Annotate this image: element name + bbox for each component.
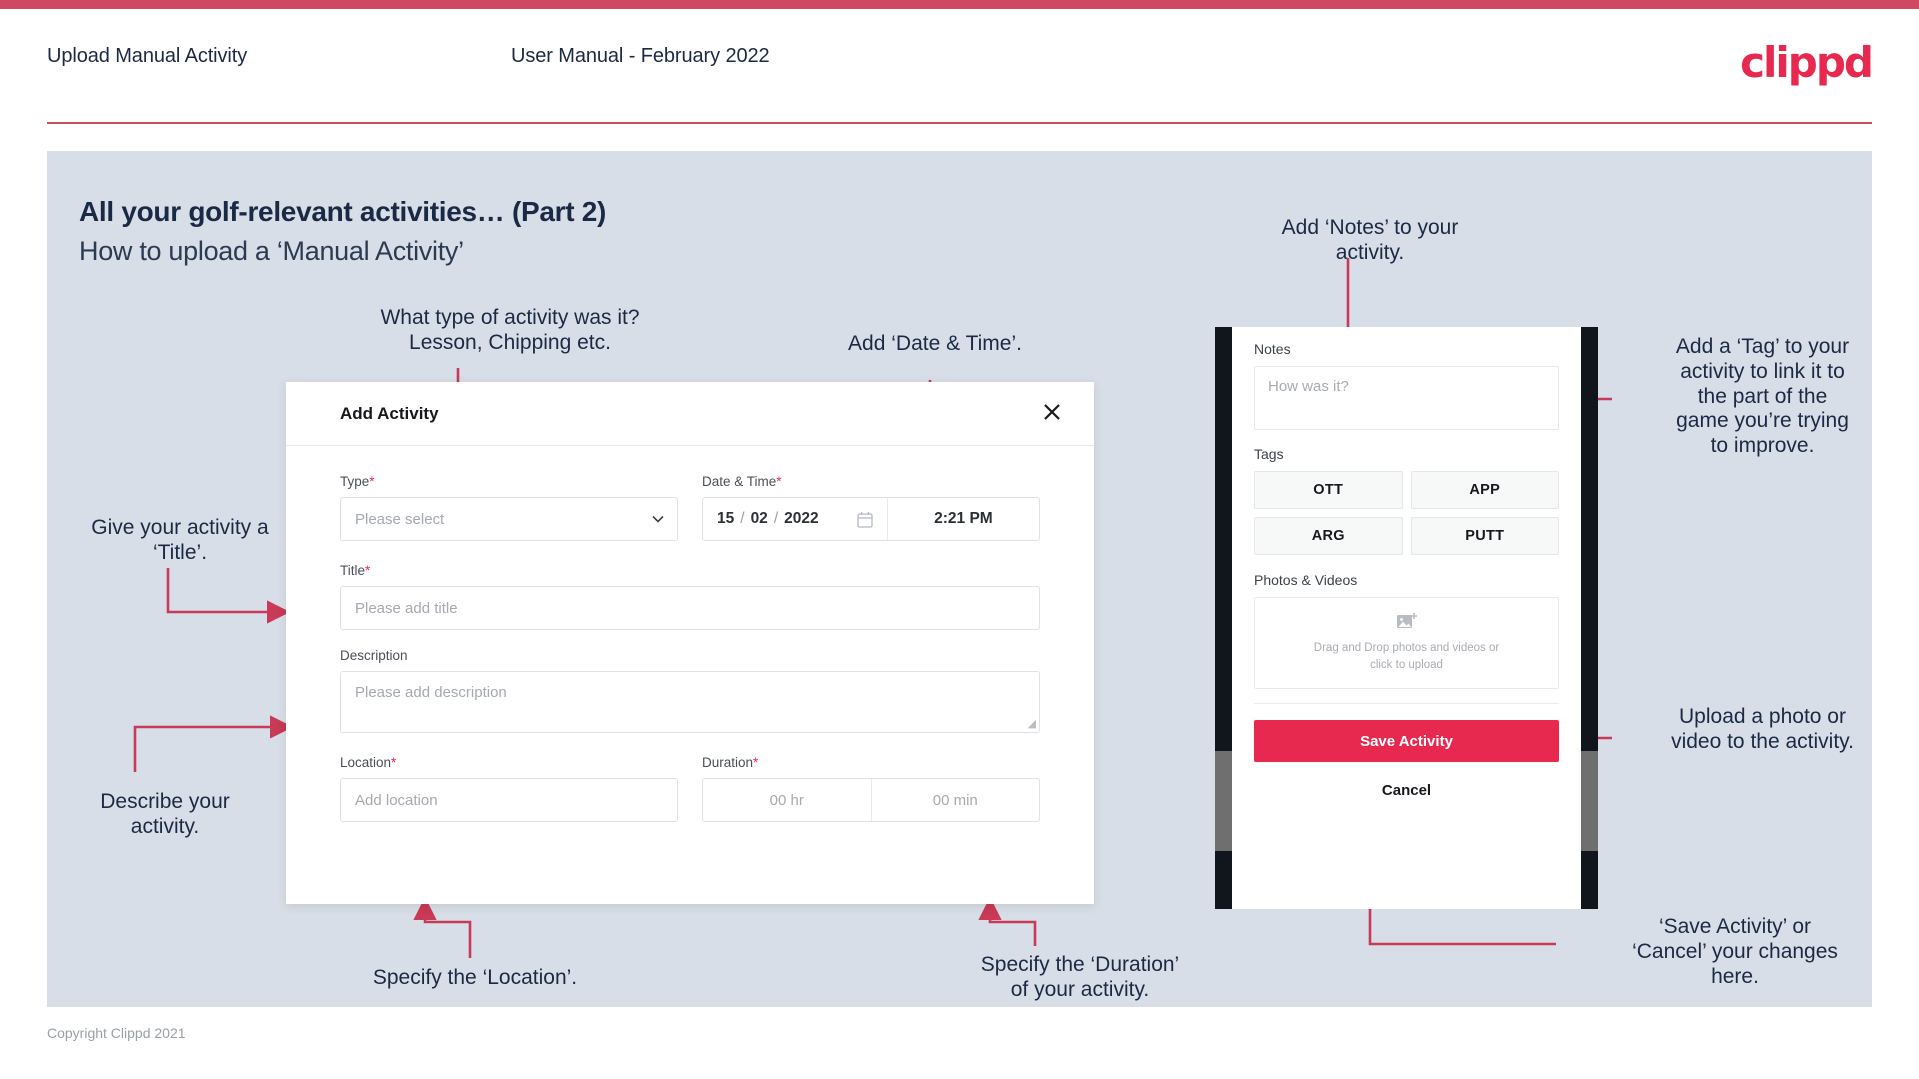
type-select-value: Please select <box>355 510 445 528</box>
datetime-group: 15 / 02 / 2022 2:21 PM <box>702 497 1040 541</box>
modal-title: Add Activity <box>340 404 439 423</box>
modal-header: Add Activity <box>286 382 1094 446</box>
duration-minutes-input[interactable]: 00 min <box>870 779 1040 821</box>
location-label: Location* <box>340 755 678 770</box>
duration-group: 00 hr 00 min <box>702 778 1040 822</box>
location-placeholder: Add location <box>355 791 438 809</box>
duration-hours-placeholder: 00 hr <box>769 791 804 809</box>
phone-scroll-thumb[interactable] <box>1215 751 1232 851</box>
annotation-notes: Add ‘Notes’ to your activity. <box>1281 216 1459 264</box>
datetime-label: Date & Time* <box>702 474 1040 489</box>
duration-minutes-placeholder: 00 min <box>932 791 978 809</box>
chevron-down-icon <box>652 515 664 523</box>
title-placeholder: Please add title <box>355 599 458 617</box>
annotation-save: ‘Save Activity’ or ‘Cancel’ your changes… <box>1632 915 1838 988</box>
page-title: Upload Manual Activity <box>47 45 248 67</box>
tag-button-arg[interactable]: ARG <box>1254 517 1403 555</box>
title-input[interactable]: Please add title <box>340 586 1040 630</box>
datetime-label-text: Date & Time <box>702 474 777 489</box>
notes-label: Notes <box>1254 341 1291 357</box>
annotation-type: What type of activity was it? Lesson, Ch… <box>380 306 640 354</box>
header-divider <box>47 122 1872 124</box>
phone-scroll-thumb[interactable] <box>1581 751 1598 851</box>
modal-body: Type* Please select Date & Time* 15 / 02… <box>286 446 1094 822</box>
annotation-upload: Upload a photo or video to the activity. <box>1671 705 1854 753</box>
description-textarea[interactable]: Please add description ◢ <box>340 671 1040 733</box>
annotation-duration: Specify the ‘Duration’ of your activity. <box>980 953 1180 1001</box>
save-activity-button[interactable]: Save Activity <box>1254 720 1559 762</box>
slide-subheading: How to upload a ‘Manual Activity’ <box>79 236 464 266</box>
annotation-tag: Add a ‘Tag’ to your activity to link it … <box>1675 335 1850 458</box>
location-label-text: Location <box>340 755 392 770</box>
annotation-title: Give your activity a ‘Title’. <box>91 516 269 564</box>
phone-mockup: Notes How was it? Tags OTT APP ARG PUTT … <box>1215 327 1598 909</box>
tag-button-putt[interactable]: PUTT <box>1410 517 1559 555</box>
dropzone-text: Drag and Drop photos and videos or click… <box>1313 642 1500 671</box>
duration-label: Duration* <box>702 755 1040 770</box>
type-label: Type* <box>340 474 678 489</box>
description-label-text: Description <box>340 648 408 663</box>
upload-dropzone[interactable]: Drag and Drop photos and videos or click… <box>1254 597 1559 689</box>
title-label-text: Title <box>340 563 366 578</box>
document-subtitle: User Manual - February 2022 <box>511 45 770 67</box>
annotation-describe: Describe your activity. <box>100 790 230 838</box>
required-asterisk: * <box>753 755 759 770</box>
tags-grid: OTT APP ARG PUTT <box>1254 471 1559 555</box>
tag-button-ott[interactable]: OTT <box>1254 471 1403 509</box>
slide-heading: All your golf-relevant activities… (Part… <box>79 196 607 227</box>
duration-label-text: Duration <box>702 755 754 770</box>
location-input[interactable]: Add location <box>340 778 678 822</box>
clippd-logo: clippd <box>1740 38 1874 87</box>
description-label: Description <box>340 648 1040 663</box>
date-input[interactable]: 15 / 02 / 2022 <box>703 498 888 540</box>
required-asterisk: * <box>391 755 397 770</box>
date-month: 02 <box>750 510 768 527</box>
date-separator: / <box>773 510 779 527</box>
tag-button-app[interactable]: APP <box>1410 471 1559 509</box>
required-asterisk: * <box>369 474 375 489</box>
required-asterisk: * <box>776 474 782 489</box>
phone-bezel-left <box>1215 327 1232 909</box>
resize-grip-icon[interactable]: ◢ <box>1028 719 1036 730</box>
calendar-icon[interactable] <box>857 511 873 528</box>
slide-page: Upload Manual Activity User Manual - Feb… <box>0 0 1919 1079</box>
time-input[interactable]: 2:21 PM <box>888 498 1039 540</box>
cancel-button[interactable]: Cancel <box>1254 782 1559 799</box>
duration-hours-input[interactable]: 00 hr <box>703 779 871 821</box>
notes-input[interactable]: How was it? <box>1254 366 1559 430</box>
top-accent-bar <box>0 0 1919 9</box>
time-value: 2:21 PM <box>934 510 993 527</box>
description-placeholder: Please add description <box>355 684 507 701</box>
date-separator: / <box>740 510 745 527</box>
title-label: Title* <box>340 563 1040 578</box>
type-label-text: Type <box>340 474 370 489</box>
annotation-location: Specify the ‘Location’. <box>372 966 578 989</box>
close-icon[interactable] <box>1036 396 1068 428</box>
date-year: 2022 <box>784 510 819 527</box>
add-activity-modal: Add Activity Type* Please select Date & … <box>286 382 1094 904</box>
copyright-text: Copyright Clippd 2021 <box>47 1025 186 1041</box>
notes-placeholder: How was it? <box>1268 378 1349 395</box>
phone-divider <box>1254 703 1559 704</box>
phone-bezel-right <box>1581 327 1598 909</box>
annotation-datetime: Add ‘Date & Time’. <box>848 332 1022 355</box>
date-day: 15 <box>717 510 735 527</box>
required-asterisk: * <box>365 563 371 578</box>
photos-videos-label: Photos & Videos <box>1254 572 1358 588</box>
add-image-icon <box>1396 613 1417 629</box>
phone-screen: Notes How was it? Tags OTT APP ARG PUTT … <box>1232 327 1581 909</box>
type-select[interactable]: Please select <box>340 497 678 541</box>
tags-label: Tags <box>1254 446 1284 462</box>
